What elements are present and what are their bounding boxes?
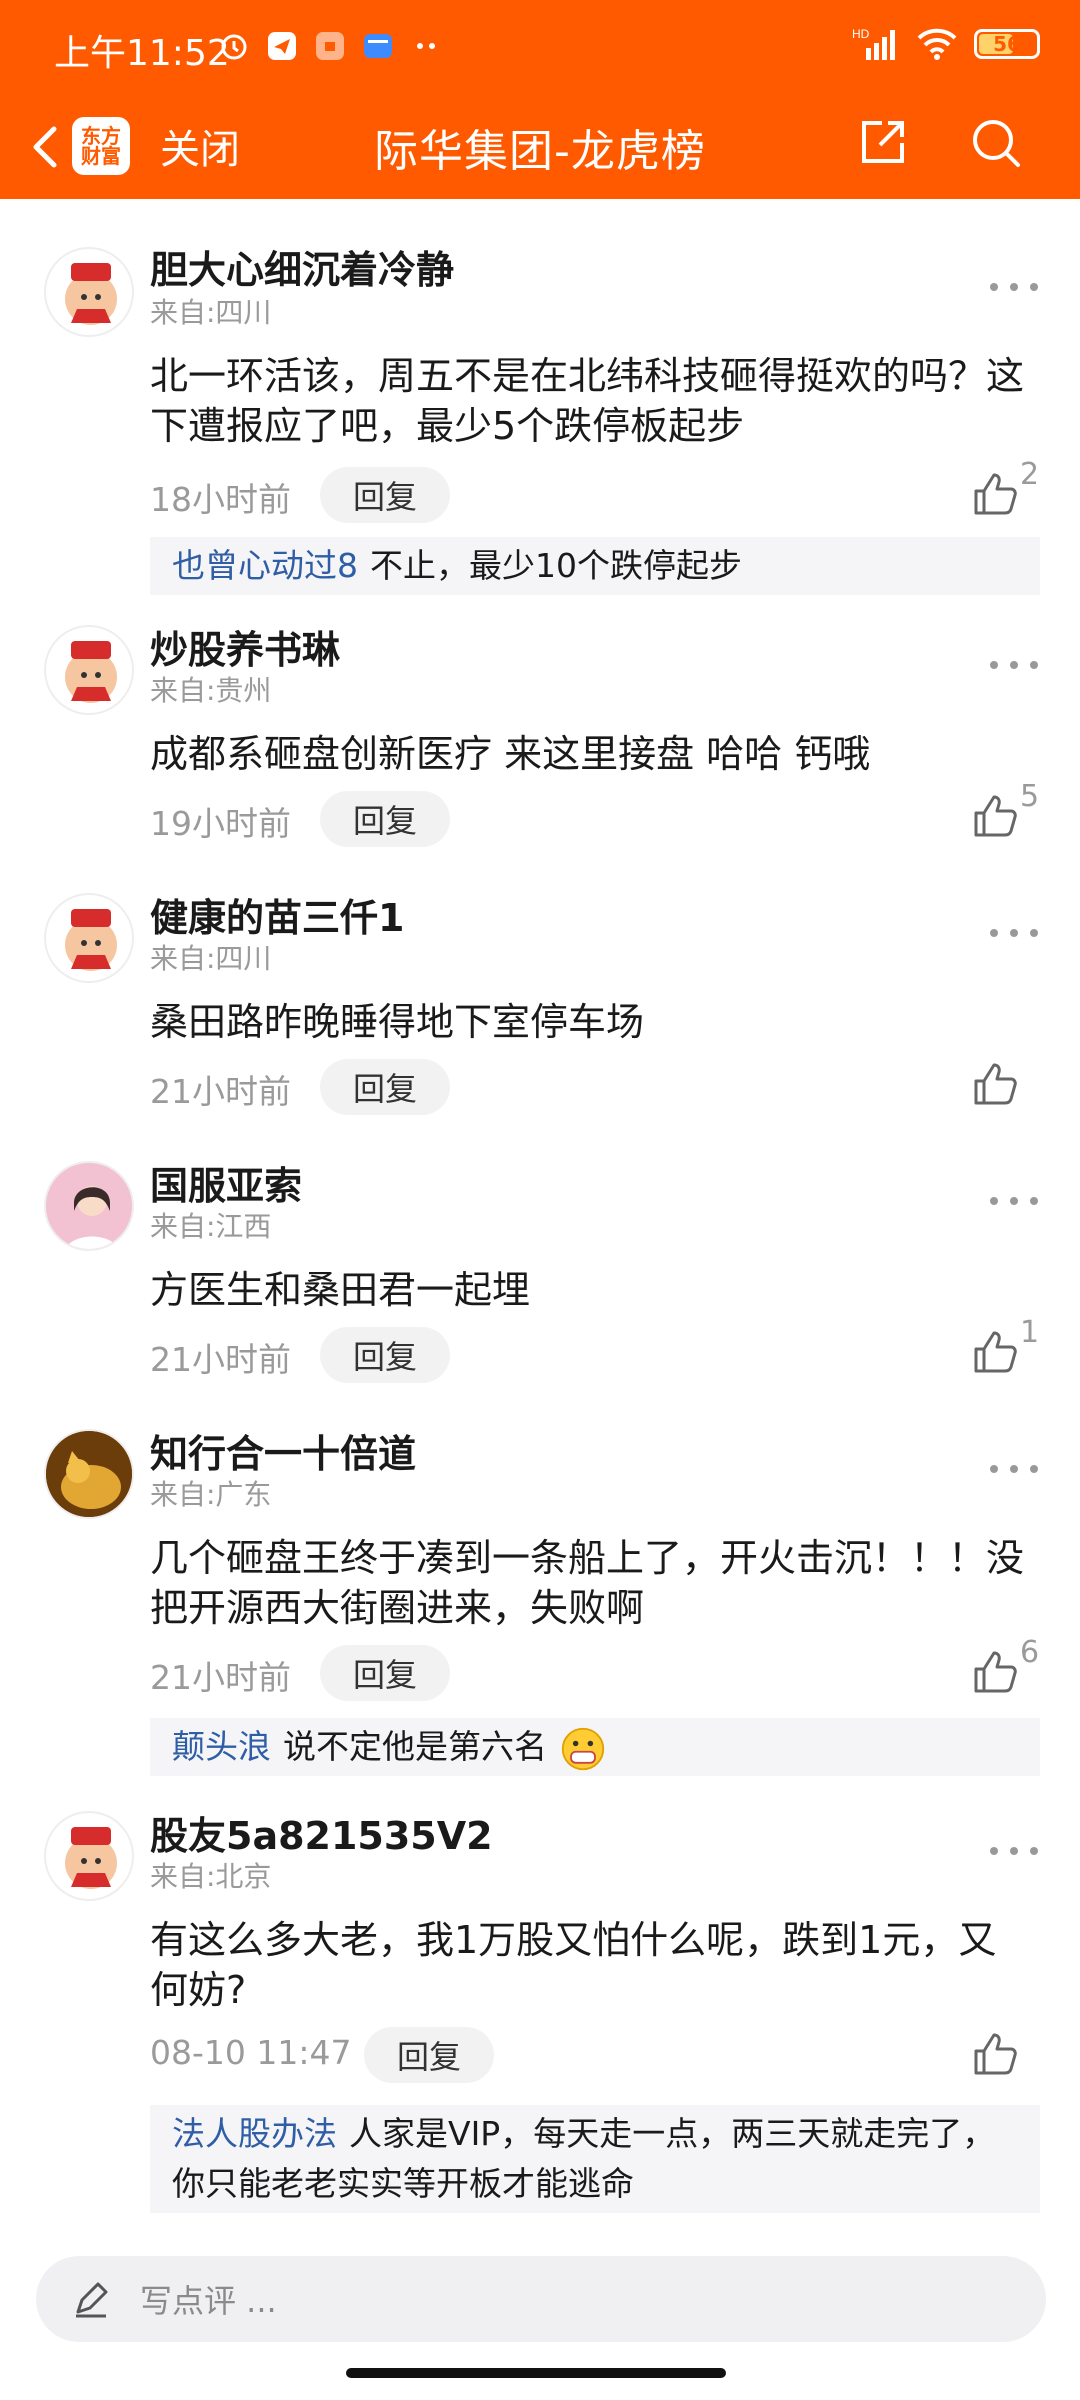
sub-reply: 也曾心动过8 不止，最少10个跌停起步 bbox=[150, 537, 1040, 595]
comment-input[interactable]: 写点评 ... bbox=[36, 2256, 1046, 2342]
thumbs-up-icon[interactable] bbox=[970, 791, 1020, 841]
username[interactable]: 国服亚索 bbox=[150, 1155, 302, 1210]
comment-text: 方医生和桑田君一起埋 bbox=[150, 1268, 531, 1312]
comment-text: 有这么多大老，我1万股又怕什么呢，跌到1元，又何妨? bbox=[150, 1918, 997, 2012]
avatar[interactable] bbox=[44, 1429, 134, 1519]
status-bar: 上午11:52 HD 56 bbox=[0, 0, 1080, 95]
thumbs-up-icon[interactable] bbox=[970, 1647, 1020, 1697]
like-count: 6 bbox=[1020, 1635, 1040, 1670]
like-count: 2 bbox=[1020, 457, 1040, 492]
comment-time: 21小时前 bbox=[150, 1340, 291, 1379]
more-options-icon[interactable] bbox=[984, 1191, 1044, 1211]
thumbs-up-icon[interactable] bbox=[970, 1327, 1020, 1377]
location: 来自:贵州 bbox=[150, 674, 272, 707]
location: 来自:广东 bbox=[150, 1478, 272, 1511]
home-indicator[interactable] bbox=[346, 2368, 726, 2378]
username[interactable]: 胆大心细沉着冷静 bbox=[150, 239, 454, 294]
username[interactable]: 炒股养书琳 bbox=[150, 619, 340, 674]
nav-row: 东方 财富 关闭 际华集团-龙虎榜 bbox=[0, 95, 1080, 199]
reply-button[interactable]: 回复 bbox=[320, 791, 450, 847]
wifi-icon bbox=[917, 28, 957, 60]
comment-text: 成都系砸盘创新医疗 来这里接盘 哈哈 钙哦 bbox=[150, 732, 871, 776]
username[interactable]: 股友5a821535V2 bbox=[150, 1805, 493, 1860]
signal-icon: HD bbox=[852, 27, 895, 60]
grin-emoji-icon bbox=[561, 1727, 604, 1770]
network-label: HD bbox=[852, 27, 870, 41]
comment-time: 21小时前 bbox=[150, 1658, 291, 1697]
system-indicators: HD 56 bbox=[852, 26, 1040, 62]
comment-time: 08-10 11:47 bbox=[150, 2033, 352, 2072]
avatar[interactable] bbox=[44, 1161, 134, 1251]
more-options-icon[interactable] bbox=[984, 1841, 1044, 1861]
fortune-god-avatar-icon bbox=[65, 909, 117, 971]
battery-icon: 56 bbox=[974, 29, 1040, 59]
page-title: 际华集团-龙虎榜 bbox=[374, 126, 706, 177]
reply-button[interactable]: 回复 bbox=[320, 1645, 450, 1701]
more-options-icon[interactable] bbox=[984, 1459, 1044, 1479]
reply-button[interactable]: 回复 bbox=[320, 1327, 450, 1383]
fortune-god-avatar-icon bbox=[65, 263, 117, 325]
comment-text: 几个砸盘王终于凑到一条船上了，开火击沉！！！没把开源西大街圈进来，失败啊 bbox=[150, 1536, 1025, 1630]
sub-reply: 法人股办法 人家是VIP，每天走一点，两三天就走完了，你只能老老实实等开板才能逃命 bbox=[150, 2105, 1040, 2213]
input-placeholder: 写点评 ... bbox=[140, 2282, 277, 2320]
sub-reply-user[interactable]: 也曾心动过8 bbox=[172, 546, 358, 585]
like-count: 5 bbox=[1020, 779, 1040, 814]
share-icon[interactable] bbox=[852, 113, 912, 173]
comment-time: 19小时前 bbox=[150, 804, 291, 843]
avatar[interactable] bbox=[44, 893, 134, 983]
more-options-icon[interactable] bbox=[984, 277, 1044, 297]
thumbs-up-icon[interactable] bbox=[970, 469, 1020, 519]
like-count: 1 bbox=[1020, 1315, 1040, 1350]
send-icon bbox=[268, 32, 296, 60]
sub-reply-text: 说不定他是第六名 bbox=[283, 1727, 547, 1766]
fortune-god-avatar-icon bbox=[65, 1827, 117, 1889]
avatar[interactable] bbox=[44, 625, 134, 715]
username[interactable]: 知行合一十倍道 bbox=[150, 1423, 416, 1478]
more-options-icon[interactable] bbox=[984, 923, 1044, 943]
more-notifications-icon bbox=[417, 43, 435, 49]
location: 来自:四川 bbox=[150, 296, 272, 329]
app-icon bbox=[316, 32, 344, 60]
search-icon[interactable] bbox=[966, 113, 1026, 173]
sub-reply: 颠头浪 说不定他是第六名 bbox=[150, 1718, 1040, 1776]
mail-icon bbox=[364, 34, 392, 58]
comment-text: 北一环活该，周五不是在北纬科技砸得挺欢的吗？这下遭报应了吧，最少5个跌停板起步 bbox=[150, 354, 1025, 448]
comment-text: 桑田路昨晚睡得地下室停车场 bbox=[150, 1000, 645, 1044]
app-header: 上午11:52 HD 56 东方 财富 关闭 际华集团-龙虎榜 bbox=[0, 0, 1080, 199]
avatar[interactable] bbox=[44, 1811, 134, 1901]
user-photo-avatar-icon bbox=[46, 1163, 132, 1249]
thumbs-up-icon[interactable] bbox=[970, 1059, 1020, 1109]
location: 来自:四川 bbox=[150, 942, 272, 975]
comment-time: 21小时前 bbox=[150, 1072, 291, 1111]
location: 来自:江西 bbox=[150, 1210, 272, 1243]
alarm-icon bbox=[221, 34, 247, 60]
more-options-icon[interactable] bbox=[984, 655, 1044, 675]
thumbs-up-icon[interactable] bbox=[970, 2029, 1020, 2079]
fortune-god-avatar-icon bbox=[65, 641, 117, 703]
sub-reply-user[interactable]: 法人股办法 bbox=[172, 2114, 337, 2153]
location: 来自:北京 bbox=[150, 1860, 272, 1893]
golden-cat-avatar-icon bbox=[46, 1431, 132, 1517]
notification-icons bbox=[218, 30, 442, 62]
pen-icon bbox=[76, 2282, 108, 2318]
comment-time: 18小时前 bbox=[150, 480, 291, 519]
battery-level: 56 bbox=[993, 32, 1021, 56]
avatar[interactable] bbox=[44, 247, 134, 337]
sub-reply-user[interactable]: 颠头浪 bbox=[172, 1727, 271, 1766]
reply-button[interactable]: 回复 bbox=[320, 1059, 450, 1115]
sub-reply-text: 不止，最少10个跌停起步 bbox=[370, 546, 742, 585]
reply-button[interactable]: 回复 bbox=[364, 2027, 494, 2083]
username[interactable]: 健康的苗三仟1 bbox=[150, 887, 404, 942]
reply-button[interactable]: 回复 bbox=[320, 467, 450, 523]
status-time: 上午11:52 bbox=[54, 33, 230, 74]
